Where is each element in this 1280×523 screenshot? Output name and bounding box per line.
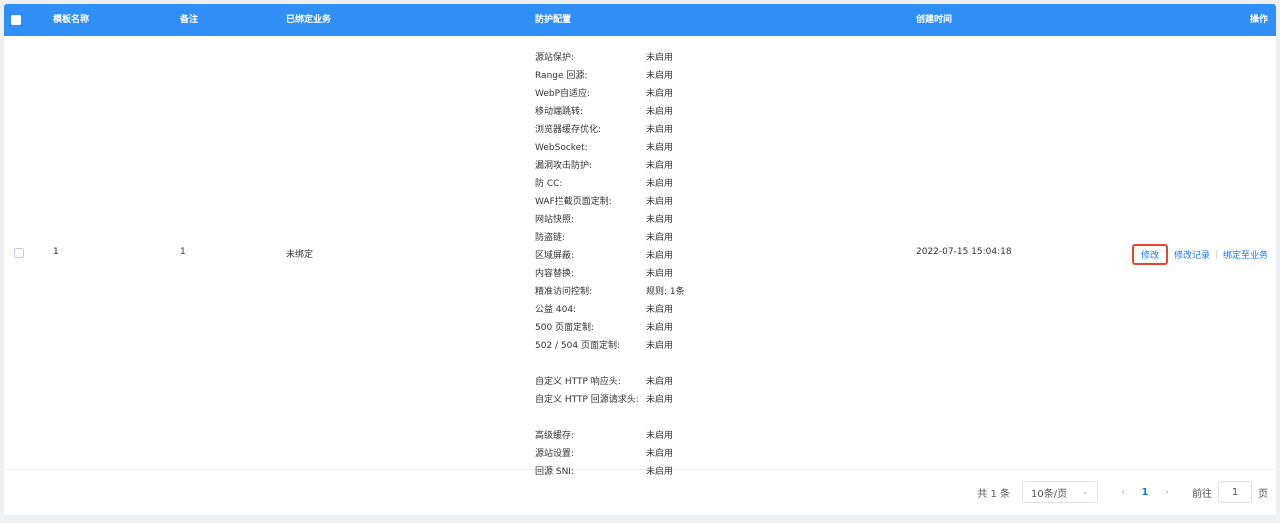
protect-config-item: WebSocket: 未启用 <box>535 139 685 157</box>
table-header: 模板名称 备注 已绑定业务 防护配置 创建时间 操作 <box>4 4 1276 36</box>
bind-business-link[interactable]: 绑定至业务 <box>1223 248 1268 261</box>
protect-config-value: 未启用 <box>646 197 674 207</box>
protect-config-item: 自定义 HTTP 回源请求头: 未启用 <box>535 391 685 427</box>
edit-history-link[interactable]: 修改记录 <box>1174 248 1210 261</box>
protect-config-label: 区域屏蔽: <box>535 251 575 261</box>
protect-config-item: Range 回源: 未启用 <box>535 67 685 85</box>
protect-config-value: 未启用 <box>646 395 674 405</box>
protect-config-item: 回源 SNI: 未启用 <box>535 463 685 481</box>
protect-config-label: 移动端跳转: <box>535 107 584 117</box>
protect-config-label: 自定义 HTTP 回源请求头: <box>535 395 639 405</box>
protect-config-value: 未启用 <box>646 89 674 99</box>
protect-config-item: 源站保护: 未启用 <box>535 49 685 67</box>
protect-config-value: 未启用 <box>646 233 674 243</box>
chevron-down-icon: ⌄ <box>1081 487 1089 497</box>
protect-config-value: 未启用 <box>646 125 674 135</box>
protect-config-value: 未启用 <box>646 431 674 441</box>
protect-config-item: 精准访问控制: 规则: 1条 <box>535 283 685 301</box>
header-bound-business: 已绑定业务 <box>286 15 332 25</box>
protect-config-label: 回源 SNI: <box>535 467 574 477</box>
protect-config-item: WAF拦截页面定制: 未启用 <box>535 193 685 211</box>
protect-config-item: 防 CC: 未启用 <box>535 175 685 193</box>
protect-config-value: 未启用 <box>646 467 674 477</box>
protect-config-item: 502 / 504 页面定制: 未启用 <box>535 337 685 373</box>
protect-config-item: 高级缓存: 未启用 <box>535 427 685 445</box>
protect-config-item: 网站快照: 未启用 <box>535 211 685 229</box>
cell-template-name: 1 <box>53 247 59 257</box>
protect-config-label: 高级缓存: <box>535 431 575 441</box>
cell-bound-business: 未绑定 <box>286 250 314 260</box>
prev-page-icon[interactable]: ‹ <box>1114 487 1132 498</box>
protect-config-item: 漏洞攻击防护: 未启用 <box>535 157 685 175</box>
protect-config-label: 源站保护: <box>535 53 575 63</box>
protect-config-value: 未启用 <box>646 143 674 153</box>
protect-config-item: 500 页面定制: 未启用 <box>535 319 685 337</box>
next-page-icon[interactable]: › <box>1158 487 1176 498</box>
protect-config-value: 规则: 1条 <box>646 287 685 297</box>
protect-config-item: 公益 404: 未启用 <box>535 301 685 319</box>
header-created-time: 创建时间 <box>916 15 953 25</box>
select-all-checkbox[interactable] <box>11 15 21 25</box>
action-divider <box>1215 249 1217 259</box>
protect-config-item: 自定义 HTTP 响应头: 未启用 <box>535 373 685 391</box>
protect-config-label: 源站设置: <box>535 449 575 459</box>
page-jump: 前往 页 <box>1192 481 1268 503</box>
protect-config-value: 未启用 <box>646 161 674 171</box>
jump-unit: 页 <box>1258 488 1268 500</box>
protect-config-value: 未启用 <box>646 53 674 63</box>
cell-remark: 1 <box>180 247 186 257</box>
protect-config-value: 未启用 <box>646 377 674 387</box>
protect-config-item: WebP自适应: 未启用 <box>535 85 685 103</box>
protect-config-value: 未启用 <box>646 215 674 225</box>
protect-config-label: 浏览器缓存优化: <box>535 125 602 135</box>
protect-config-label: 公益 404: <box>535 305 577 315</box>
edit-button[interactable]: 修改 <box>1131 243 1168 265</box>
protect-config-label: 精准访问控制: <box>535 287 593 297</box>
jump-label: 前往 <box>1192 488 1212 500</box>
protect-config-item: 防盗链: 未启用 <box>535 229 685 247</box>
protect-config-value: 未启用 <box>646 305 674 315</box>
protect-config-item: 源站设置: 未启用 <box>535 445 685 463</box>
protect-config-item: 内容替换: 未启用 <box>535 265 685 283</box>
protect-config-item: 区域屏蔽: 未启用 <box>535 247 685 265</box>
pagination-total: 共 1 条 <box>977 488 1010 500</box>
protect-config-label: 漏洞攻击防护: <box>535 161 593 171</box>
page-number-current[interactable]: 1 <box>1132 487 1158 498</box>
header-protect-config: 防护配置 <box>535 15 572 25</box>
header-template-name: 模板名称 <box>53 15 90 25</box>
header-operations: 操作 <box>1249 15 1268 25</box>
protect-config-value: 未启用 <box>646 251 674 261</box>
protect-config-item: 浏览器缓存优化: 未启用 <box>535 121 685 139</box>
protect-config-label: WebP自适应: <box>535 89 591 99</box>
protect-config-value: 未启用 <box>646 269 674 279</box>
protect-config-value: 未启用 <box>646 179 674 189</box>
protect-config-list: 源站保护: 未启用 Range 回源: 未启用 WebP自适应: 未启用 移动端跳转: 未启用… <box>535 49 685 481</box>
page-jump-input[interactable] <box>1218 481 1252 503</box>
protect-config-value: 未启用 <box>646 107 674 117</box>
row-actions: 修改 修改记录 绑定至业务 <box>1131 243 1268 265</box>
protect-config-label: 防 CC: <box>535 179 563 189</box>
row-checkbox[interactable] <box>14 248 24 258</box>
protect-config-value: 未启用 <box>646 449 674 459</box>
protect-config-item: 移动端跳转: 未启用 <box>535 103 685 121</box>
page-size-value: 10条/页 <box>1031 488 1068 500</box>
page-size-select[interactable]: 10条/页 ⌄ <box>1022 481 1098 503</box>
protect-config-label: 网站快照: <box>535 215 575 225</box>
protect-config-label: 内容替换: <box>535 269 575 279</box>
protect-config-label: WAF拦截页面定制: <box>535 197 612 207</box>
protect-config-label: Range 回源: <box>535 71 588 81</box>
protect-config-label: 502 / 504 页面定制: <box>535 341 621 351</box>
protect-config-label: WebSocket: <box>535 143 588 153</box>
protect-config-value: 未启用 <box>646 71 674 81</box>
protect-config-value: 未启用 <box>646 323 674 333</box>
table-row: 1 1 未绑定 源站保护: 未启用 Range 回源: 未启用 WebP自适应: 未启用移… <box>4 36 1276 477</box>
cell-created-time: 2022-07-15 15:04:18 <box>916 247 1012 257</box>
protect-config-value: 未启用 <box>646 341 674 351</box>
protect-config-label: 防盗链: <box>535 233 566 243</box>
protect-config-label: 自定义 HTTP 响应头: <box>535 377 621 387</box>
protect-config-label: 500 页面定制: <box>535 323 595 333</box>
template-table-card: 模板名称 备注 已绑定业务 防护配置 创建时间 操作 1 1 未绑定 源站保护:… <box>4 4 1276 515</box>
header-remark: 备注 <box>180 15 199 25</box>
pagination: 共 1 条 10条/页 ⌄ ‹ 1 › 前往 页 <box>977 481 1268 503</box>
